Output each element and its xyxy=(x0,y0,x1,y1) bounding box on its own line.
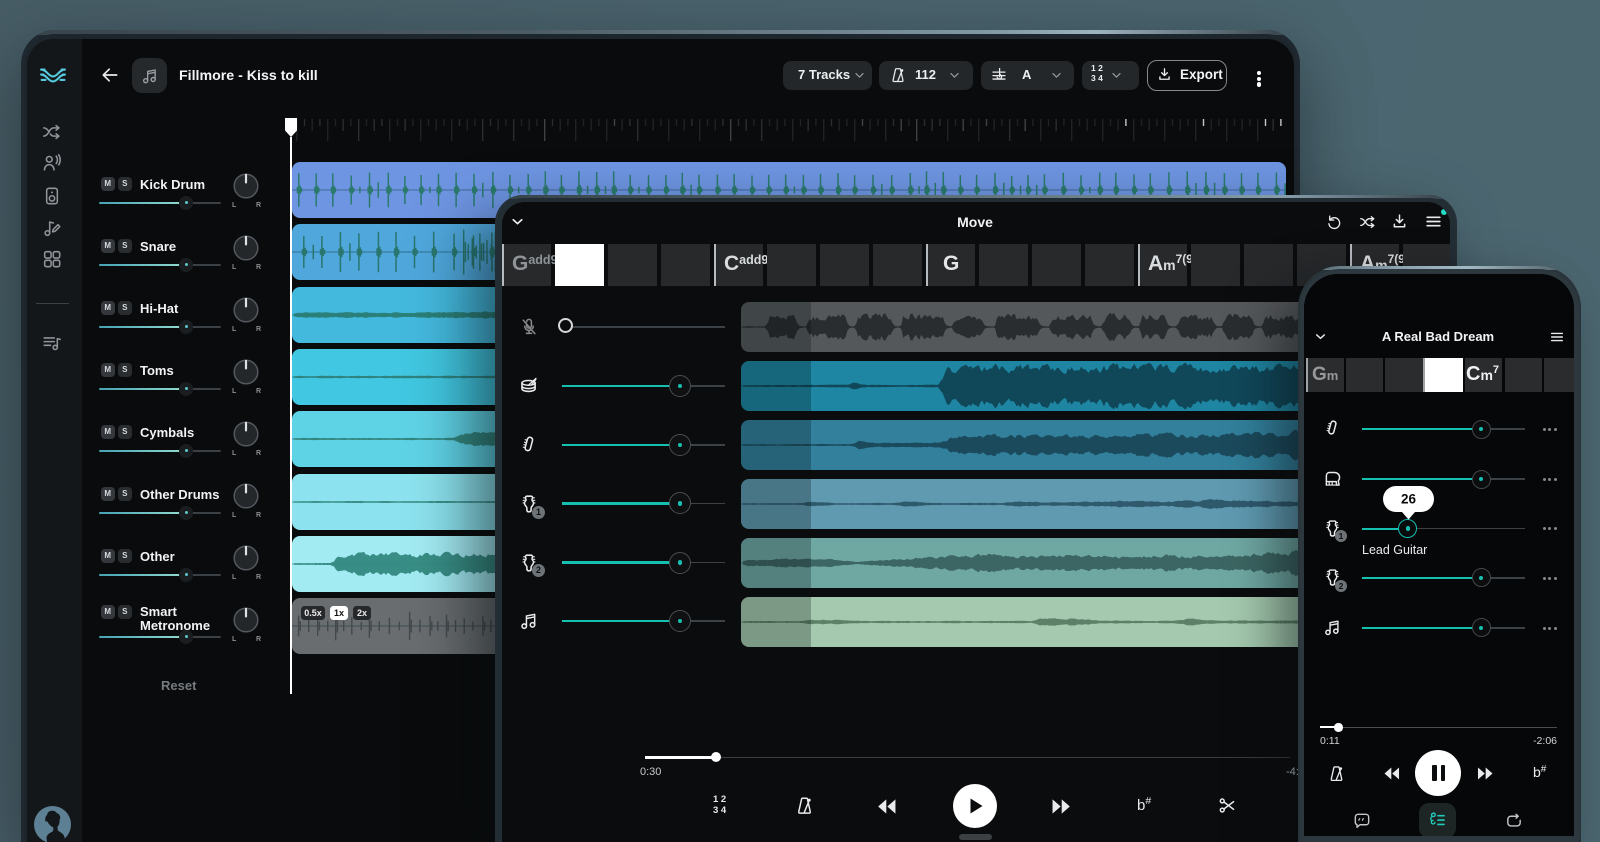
svg-text:26: 26 xyxy=(1401,492,1417,507)
